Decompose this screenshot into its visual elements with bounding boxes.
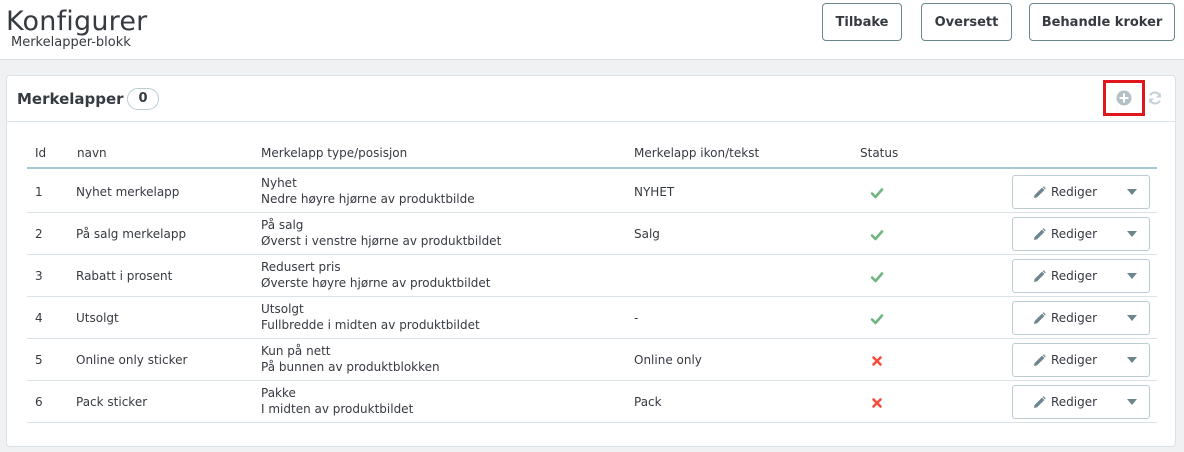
caret-down-icon xyxy=(1126,399,1137,405)
count-badge: 0 xyxy=(127,88,159,110)
row-icon-text: Pack xyxy=(634,395,662,409)
pencil-icon xyxy=(1033,227,1051,241)
row-type: På salg xyxy=(261,218,304,232)
pencil-icon xyxy=(1033,311,1051,325)
check-icon[interactable] xyxy=(870,269,884,283)
row-id: 3 xyxy=(35,269,43,283)
row-name: Nyhet merkelapp xyxy=(76,185,180,199)
row-icon-text: Salg xyxy=(634,227,660,241)
row-id: 1 xyxy=(35,185,43,199)
edit-button-label: Rediger xyxy=(1051,227,1098,241)
caret-down-icon xyxy=(1126,273,1137,279)
row-position: Øverste høyre hjørne av produktbildet xyxy=(261,276,491,290)
dropdown-toggle[interactable] xyxy=(1113,302,1150,334)
table-row: 6 Pack sticker Pakke I midten av produktbil… xyxy=(27,381,1157,423)
table-row: 4 Utsolgt Utsolgt Fullbredde i midten av pr… xyxy=(27,297,1157,339)
edit-button[interactable]: Rediger xyxy=(1013,260,1113,292)
pencil-icon xyxy=(1033,353,1051,367)
caret-down-icon xyxy=(1126,357,1137,363)
dropdown-toggle[interactable] xyxy=(1113,344,1150,376)
row-type: Kun på nett xyxy=(261,344,331,358)
dropdown-toggle[interactable] xyxy=(1113,218,1150,250)
check-icon[interactable] xyxy=(870,227,884,241)
pencil-icon xyxy=(1033,395,1051,409)
edit-button-group: Rediger xyxy=(1012,301,1150,335)
row-type: Pakke xyxy=(261,386,296,400)
pencil-icon xyxy=(1033,269,1051,283)
row-type: Nyhet xyxy=(261,176,297,190)
manage-hooks-button[interactable]: Behandle kroker xyxy=(1029,3,1175,41)
edit-button[interactable]: Rediger xyxy=(1013,302,1113,334)
edit-button-group: Rediger xyxy=(1012,385,1150,419)
panel-title: Merkelapper xyxy=(17,90,124,108)
row-icon-text: NYHET xyxy=(634,185,675,199)
cross-icon[interactable] xyxy=(870,353,884,367)
table-header: Id navn Merkelapp type/posisjon Merkelap… xyxy=(27,140,1157,169)
dropdown-toggle[interactable] xyxy=(1113,176,1150,208)
dropdown-toggle[interactable] xyxy=(1113,386,1150,418)
table-row: 5 Online only sticker Kun på nett På bunnen… xyxy=(27,339,1157,381)
page-subtitle: Merkelapper-blokk xyxy=(11,35,131,50)
table-row: 3 Rabatt i prosent Redusert pris Øverste hø… xyxy=(27,255,1157,297)
edit-button-group: Rediger xyxy=(1012,259,1150,293)
table-row: 1 Nyhet merkelapp Nyhet Nedre høyre hjørne … xyxy=(27,171,1157,213)
row-position: Øverst i venstre hjørne av produktbildet xyxy=(261,234,502,248)
row-position: På bunnen av produktblokken xyxy=(261,360,440,374)
check-icon[interactable] xyxy=(870,311,884,325)
plus-circle-icon[interactable] xyxy=(1103,80,1145,116)
row-name: På salg merkelapp xyxy=(76,227,187,241)
row-icon-text: Online only xyxy=(634,353,702,367)
translate-button[interactable]: Oversett xyxy=(921,3,1012,41)
refresh-icon[interactable] xyxy=(1146,89,1164,107)
row-name: Utsolgt xyxy=(76,311,119,325)
edit-button-group: Rediger xyxy=(1012,175,1150,209)
stickers-panel: Merkelapper 0 Id navn Merkelapp type/pos… xyxy=(6,75,1176,447)
table-row: 2 På salg merkelapp På salg Øverst i venstr… xyxy=(27,213,1157,255)
column-header-name: navn xyxy=(77,146,107,160)
edit-button[interactable]: Rediger xyxy=(1013,344,1113,376)
caret-down-icon xyxy=(1126,189,1137,195)
row-id: 4 xyxy=(35,311,43,325)
row-name: Online only sticker xyxy=(76,353,188,367)
row-id: 2 xyxy=(35,227,43,241)
edit-button-label: Rediger xyxy=(1051,311,1098,325)
edit-button[interactable]: Rediger xyxy=(1013,218,1113,250)
edit-button-label: Rediger xyxy=(1051,269,1098,283)
cross-icon[interactable] xyxy=(870,395,884,409)
column-header-type: Merkelapp type/posisjon xyxy=(261,146,408,160)
row-id: 6 xyxy=(35,395,43,409)
edit-button-label: Rediger xyxy=(1051,353,1098,367)
row-position: Fullbredde i midten av produktbildet xyxy=(261,318,480,332)
back-button[interactable]: Tilbake xyxy=(822,3,902,41)
row-name: Pack sticker xyxy=(76,395,148,409)
row-icon-text: - xyxy=(634,311,639,325)
row-type: Redusert pris xyxy=(261,260,341,274)
edit-button-label: Rediger xyxy=(1051,395,1098,409)
edit-button-group: Rediger xyxy=(1012,343,1150,377)
column-header-status: Status xyxy=(860,146,899,160)
check-icon[interactable] xyxy=(870,185,884,199)
row-name: Rabatt i prosent xyxy=(76,269,173,283)
edit-button-label: Rediger xyxy=(1051,185,1098,199)
panel-heading: Merkelapper 0 xyxy=(7,76,1175,122)
row-position: Nedre høyre hjørne av produktbilde xyxy=(261,192,475,206)
row-id: 5 xyxy=(35,353,43,367)
edit-button[interactable]: Rediger xyxy=(1013,386,1113,418)
row-position: I midten av produktbildet xyxy=(261,402,414,416)
page-header: Konfigurer Merkelapper-blokk Tilbake Ove… xyxy=(0,0,1184,60)
dropdown-toggle[interactable] xyxy=(1113,260,1150,292)
pencil-icon xyxy=(1033,185,1051,199)
column-header-icon-text: Merkelapp ikon/tekst xyxy=(634,146,760,160)
edit-button[interactable]: Rediger xyxy=(1013,176,1113,208)
column-header-id: Id xyxy=(35,146,47,160)
edit-button-group: Rediger xyxy=(1012,217,1150,251)
caret-down-icon xyxy=(1126,315,1137,321)
caret-down-icon xyxy=(1126,231,1137,237)
row-type: Utsolgt xyxy=(261,302,304,316)
